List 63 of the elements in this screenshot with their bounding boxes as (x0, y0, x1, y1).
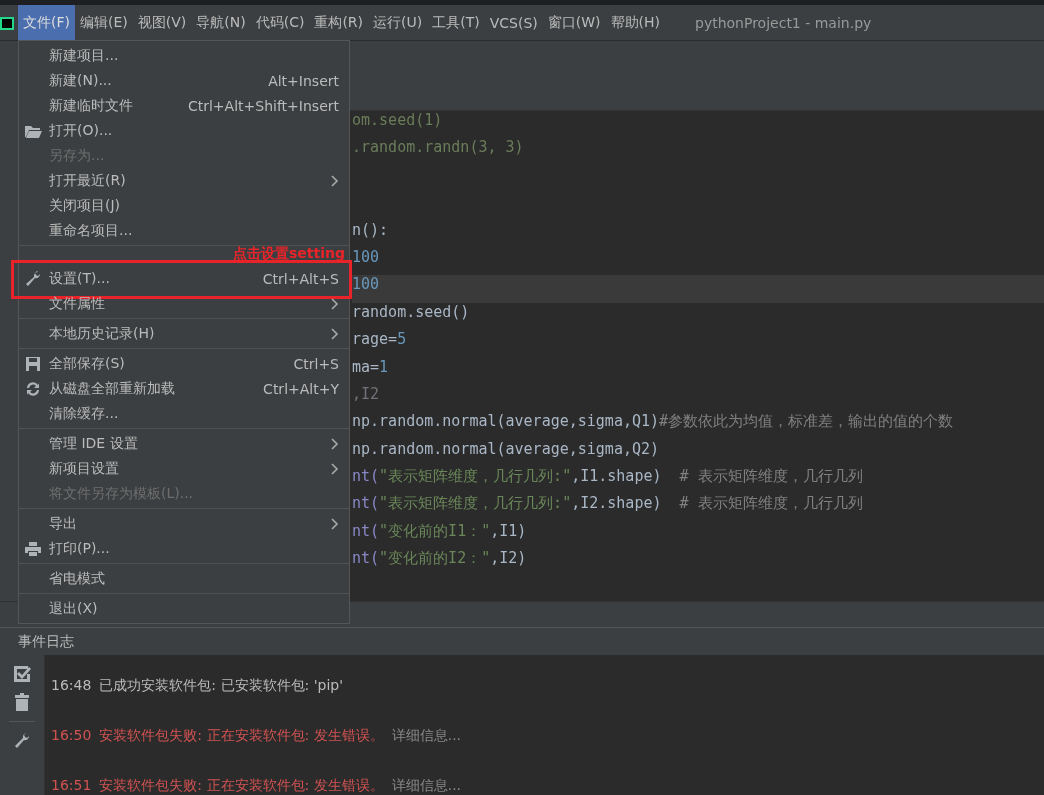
reload-icon (24, 381, 42, 397)
code-line: random.seed() (352, 302, 471, 323)
code-line: ,I2 (352, 384, 381, 405)
wrench-icon (24, 271, 42, 287)
log-time: 16:50 (51, 727, 92, 745)
code-line: np.random.normal(average,sigma,Q1)#参数依此为均值，标准差，输出的值的个数 (352, 412, 955, 433)
printer-icon (24, 541, 42, 557)
menu-bar-item[interactable]: 编辑(E) (75, 5, 133, 40)
menu-bar-item[interactable]: 文件(F) (18, 5, 75, 40)
log-time: 16:48 (51, 677, 92, 695)
menu-item[interactable]: 本地历史记录(H) (19, 321, 349, 346)
log-message: 已成功安装软件包: 已安装软件包: 'pip' (99, 677, 344, 695)
menu-bar-item[interactable]: 重构(R) (309, 5, 369, 40)
log-message: 安装软件包失败: 正在安装软件包: 发生错误。 (99, 727, 384, 745)
details-link[interactable]: 详细信息... (391, 777, 462, 795)
annotation-text: 点击设置setting (233, 245, 345, 261)
window-title: pythonProject1 - main.py (695, 14, 872, 31)
code-line: rage=5 (352, 330, 408, 351)
trash-icon[interactable] (14, 693, 30, 711)
code-line: nt("变化前的I1：",I1) (352, 521, 528, 542)
menu-item[interactable]: 新建临时文件 Ctrl+Alt+Shift+Insert (19, 93, 349, 118)
menu-item[interactable]: 管理 IDE 设置 (19, 431, 349, 456)
details-link[interactable]: 详细信息... (391, 727, 462, 745)
menu-item[interactable]: 打开最近(R) (19, 168, 349, 193)
menu-item[interactable]: 导出 (19, 511, 349, 536)
folder-icon (24, 123, 42, 139)
code-line: 100 (352, 247, 381, 268)
menu-bar-item[interactable]: 工具(T) (427, 5, 485, 40)
checkbox-icon[interactable] (13, 665, 31, 683)
menu-item[interactable]: 新项目设置 (19, 456, 349, 481)
menu-item[interactable]: 全部保存(S) Ctrl+S (19, 351, 349, 376)
menu-item[interactable]: 关闭项目(J) (19, 193, 349, 218)
menu-bar-item[interactable]: 帮助(H) (605, 5, 665, 40)
code-line: np.random.normal(average,sigma,Q2) (352, 439, 661, 460)
menu-item[interactable]: 省电模式 (19, 566, 349, 591)
panel-title: 事件日志 (18, 632, 74, 651)
log-message: 安装软件包失败: 正在安装软件包: 发生错误。 (99, 777, 384, 795)
menu-item[interactable]: 新建(N)... Alt+Insert (19, 68, 349, 93)
code-line: ma=1 (352, 357, 390, 378)
menu-bar-item[interactable]: 运行(U) (368, 5, 428, 40)
menu-bar-item[interactable]: 导航(N) (191, 5, 251, 40)
code-line: .random.randn(3, 3) (352, 138, 525, 159)
menu-item[interactable]: 清除缓存... (19, 401, 349, 426)
code-line: n(): (352, 220, 390, 241)
menu-item[interactable]: 打印(P)... (19, 536, 349, 561)
menu-bar-item[interactable]: 视图(V) (132, 5, 192, 40)
menu-bar-item[interactable]: 代码(C) (250, 5, 310, 40)
app-logo-icon (0, 14, 15, 31)
code-line: nt("表示矩阵维度，几行几列:",I1.shape) # 表示矩阵维度，几行几列 (352, 467, 864, 488)
menu-bar-item[interactable]: 窗口(W) (542, 5, 606, 40)
log-time: 16:51 (51, 777, 92, 795)
menu-item[interactable]: 设置(T)... Ctrl+Alt+S (19, 266, 349, 291)
code-line: nt("表示矩阵维度，几行几列:",I2.shape) # 表示矩阵维度，几行几列 (352, 494, 864, 515)
menu-item[interactable]: 新建项目... (19, 43, 349, 68)
menu-item[interactable]: 打开(O)... (19, 118, 349, 143)
menu-item[interactable]: 退出(X) (19, 596, 349, 621)
code-line: om.seed(1) (352, 111, 444, 131)
wrench-icon[interactable] (13, 732, 31, 750)
code-line: nt("变化前的I2：",I2) (352, 549, 528, 570)
menu-item[interactable]: 重命名项目... (19, 218, 349, 243)
menu-item[interactable]: 从磁盘全部重新加载 Ctrl+Alt+Y (19, 376, 349, 401)
menu-bar-item[interactable]: VCS(S) (484, 5, 543, 40)
menu-item[interactable]: 文件属性 (19, 291, 349, 316)
